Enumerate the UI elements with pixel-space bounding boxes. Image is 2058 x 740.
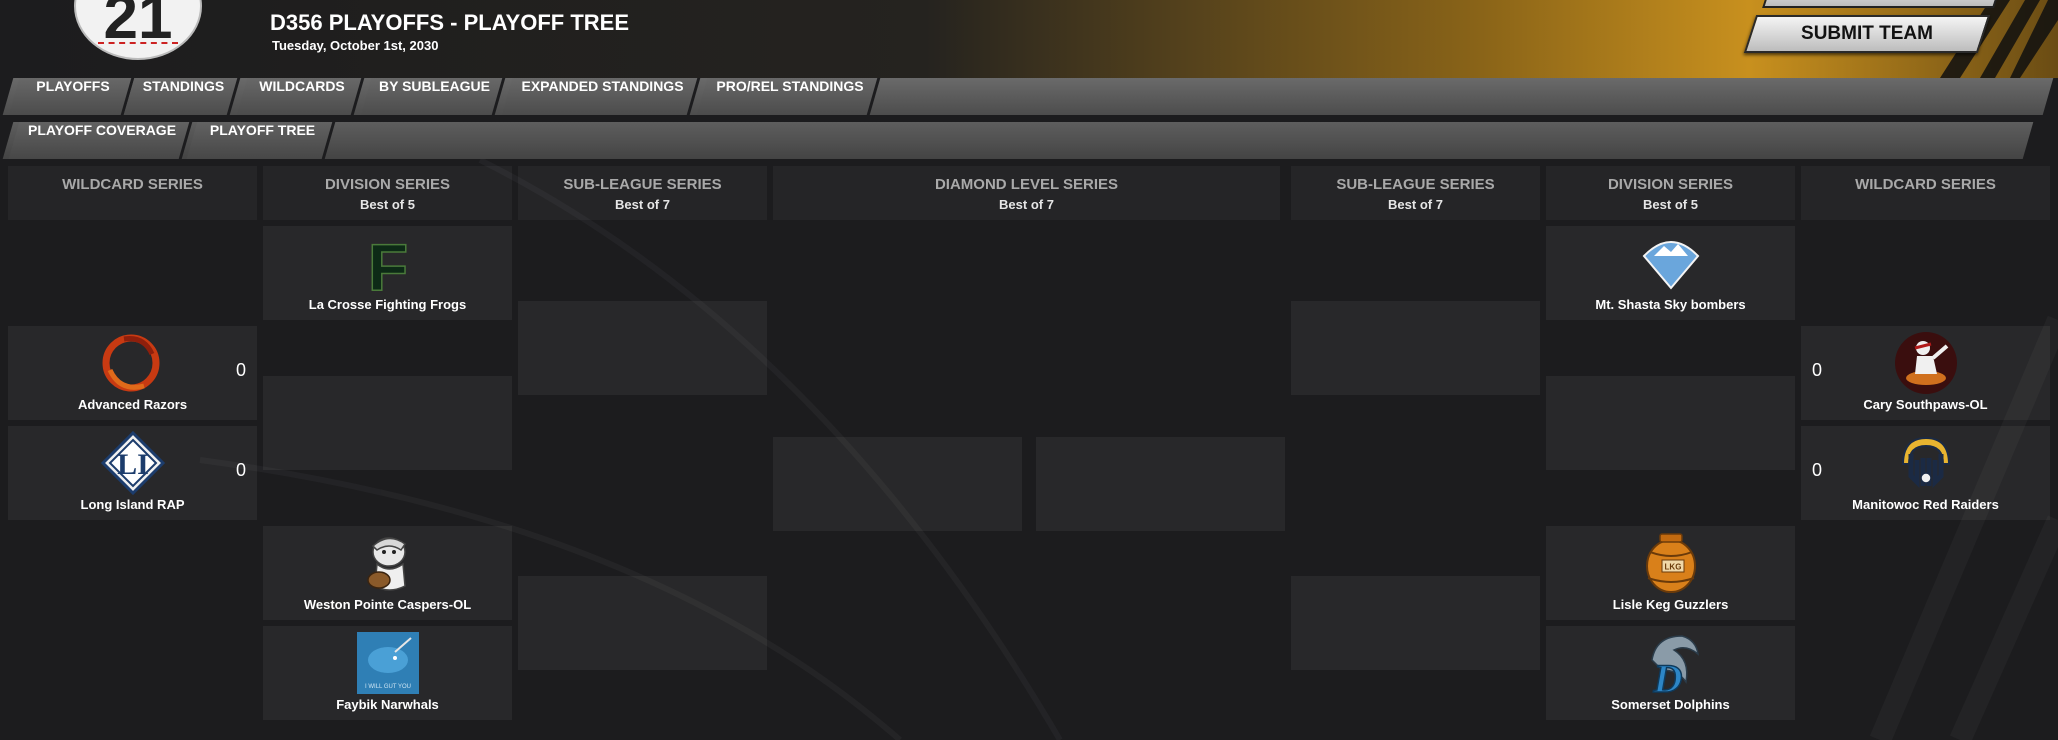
bracket-slot-empty[interactable] <box>518 301 767 395</box>
tab-standings[interactable]: STANDINGS <box>123 78 241 115</box>
top-button[interactable] <box>1762 0 2002 8</box>
team-name: Cary Southpaws-OL <box>1863 397 1988 412</box>
bracket-slot-empty[interactable] <box>518 576 767 670</box>
column-header: WILDCARD SERIES <box>8 166 257 220</box>
tab-pro-rel-standings[interactable]: PRO/REL STANDINGS <box>696 78 881 115</box>
baseball-stitch-icon <box>98 42 178 52</box>
tab-playoffs[interactable]: PLAYOFFS <box>8 78 135 115</box>
team-card[interactable]: Weston Pointe Caspers-OL <box>263 526 512 620</box>
game-logo: 21 <box>74 0 202 60</box>
bracket-slot-empty[interactable] <box>1291 301 1540 395</box>
svg-text:D: D <box>1652 656 1682 696</box>
series-score: 0 <box>236 460 247 480</box>
team-name: Faybik Narwhals <box>336 697 439 712</box>
column-header: DIAMOND LEVEL SERIES Best of 7 <box>773 166 1280 220</box>
team-card[interactable]: Advanced Razors <box>8 326 257 420</box>
team-name: Mt. Shasta Sky bombers <box>1595 297 1746 312</box>
column-header: SUB-LEAGUE SERIES Best of 7 <box>1291 166 1540 220</box>
keg-logo-text: LKG <box>1664 563 1681 572</box>
column-header: DIVISION SERIES Best of 5 <box>263 166 512 220</box>
subtab-playoff-tree[interactable]: PLAYOFF TREE <box>186 122 336 159</box>
team-card[interactable]: LKG Lisle Keg Guzzlers <box>1546 526 1795 620</box>
team-card[interactable]: Mt. Shasta Sky bombers <box>1546 226 1795 320</box>
column-header: WILDCARD SERIES <box>1801 166 2050 220</box>
long-island-rap-logo-icon: LI <box>100 430 165 496</box>
team-name: Somerset Dolphins <box>1611 697 1730 712</box>
svg-text:F: F <box>367 230 407 296</box>
team-card[interactable]: F La Crosse Fighting Frogs <box>263 226 512 320</box>
dolphins-logo-icon: D <box>1650 635 1699 696</box>
team-name: Lisle Keg Guzzlers <box>1612 597 1729 612</box>
sky-bombers-logo-icon <box>1642 241 1699 290</box>
narwhals-logo-icon: I WILL GUT YOU <box>356 632 419 694</box>
svg-text:LI: LI <box>117 448 149 481</box>
bracket-slot-empty[interactable] <box>1546 376 1795 470</box>
tab-expanded-standings[interactable]: EXPANDED STANDINGS <box>501 78 701 115</box>
game-date: Tuesday, October 1st, 2030 <box>272 38 439 53</box>
page-title: D356 PLAYOFFS - PLAYOFF TREE <box>270 10 630 35</box>
team-name: Weston Pointe Caspers-OL <box>303 597 472 612</box>
bracket-slot-empty[interactable] <box>1036 437 1285 531</box>
bracket-slot-empty[interactable] <box>773 437 1022 531</box>
tab-by-subleague[interactable]: BY SUBLEAGUE <box>360 78 506 115</box>
team-card[interactable]: LI Long Island RAP <box>8 426 257 520</box>
bracket-slot-empty[interactable] <box>263 376 512 470</box>
tab-wildcards[interactable]: WILDCARDS <box>236 78 365 115</box>
submit-team-label: SUBMIT TEAM <box>1801 23 1933 44</box>
bracket-slot-empty[interactable] <box>1291 576 1540 670</box>
red-raiders-logo-icon <box>1901 436 1950 489</box>
team-name: Advanced Razors <box>77 397 188 412</box>
narwhals-logo-text: I WILL GUT YOU <box>365 684 411 690</box>
column-header: SUB-LEAGUE SERIES Best of 7 <box>518 166 767 220</box>
razors-logo-icon <box>102 334 159 392</box>
team-name: La Crosse Fighting Frogs <box>308 297 467 312</box>
team-card[interactable]: Manitowoc Red Raiders <box>1801 426 2050 520</box>
caspers-logo-icon <box>366 537 406 591</box>
fighting-frogs-logo-icon: F <box>367 230 409 296</box>
series-score: 0 <box>1812 360 1823 380</box>
team-card[interactable]: I WILL GUT YOU Faybik Narwhals <box>263 626 512 720</box>
keg-guzzlers-logo-icon: LKG <box>1645 533 1696 593</box>
team-name: Manitowoc Red Raiders <box>1852 497 1999 512</box>
series-score: 0 <box>236 360 247 380</box>
team-card[interactable]: D Somerset Dolphins <box>1546 626 1795 720</box>
series-score: 0 <box>1812 460 1823 480</box>
team-name: Long Island RAP <box>80 497 185 512</box>
submit-team-button[interactable]: SUBMIT TEAM <box>1743 15 1991 53</box>
column-header: DIVISION SERIES Best of 5 <box>1546 166 1795 220</box>
team-card[interactable]: Cary Southpaws-OL <box>1801 326 2050 420</box>
subtab-playoff-coverage[interactable]: PLAYOFF COVERAGE <box>8 122 193 159</box>
southpaws-logo-icon <box>1894 332 1957 394</box>
